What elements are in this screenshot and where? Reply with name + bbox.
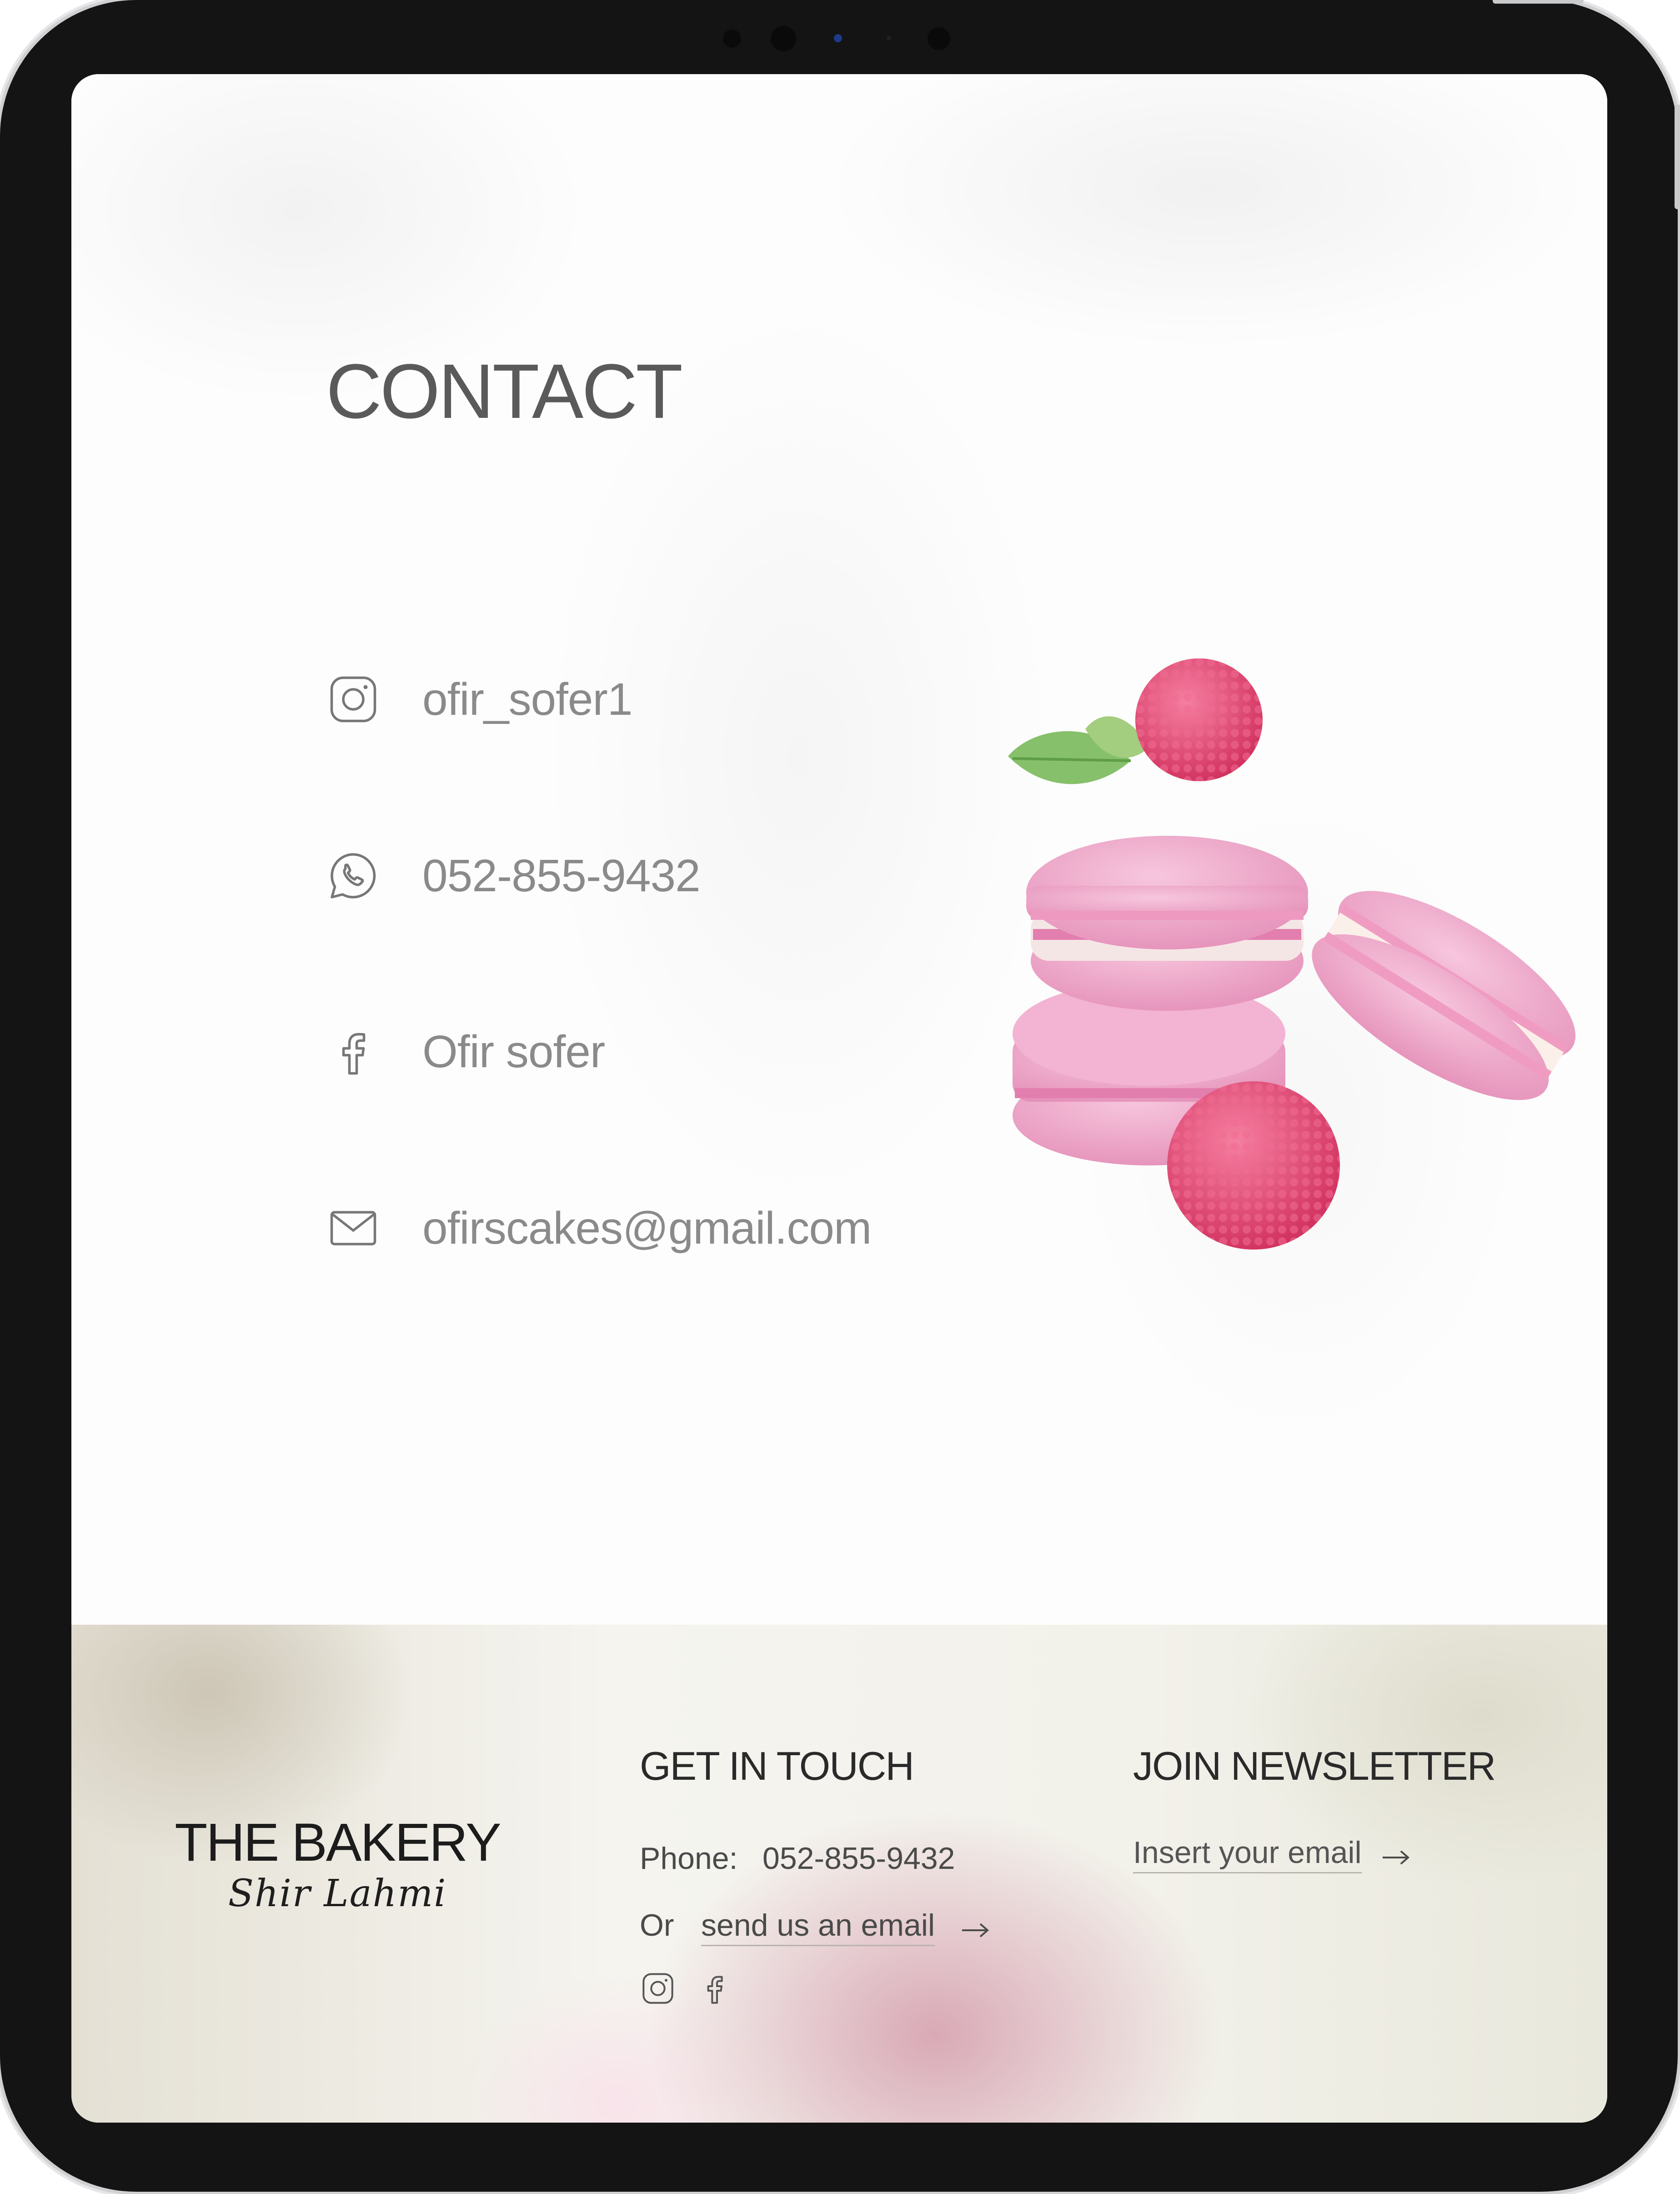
instagram-icon (330, 676, 376, 723)
footer-phone[interactable]: 052-855-9432 (762, 1841, 955, 1876)
mail-icon (330, 1211, 376, 1245)
tablet-frame: CONTACT ofir_sofer1 052-855-9432 Ofir so… (0, 0, 1680, 2192)
instagram-icon[interactable] (640, 1970, 676, 2007)
email-address[interactable]: ofirscakes@gmail.com (422, 1202, 872, 1255)
contact-facebook[interactable]: Ofir sofer (326, 1020, 605, 1084)
brand-name: THE BAKERY (175, 1812, 501, 1873)
camera-sensor-2 (928, 27, 950, 50)
camera-lens (771, 26, 796, 51)
facebook-name[interactable]: Ofir sofer (422, 1026, 605, 1078)
camera-sensor (723, 30, 741, 48)
instagram-handle[interactable]: ofir_sofer1 (422, 673, 632, 726)
brand-logo[interactable]: THE BAKERY Shir Lahmi (160, 1816, 515, 1915)
newsletter-heading: JOIN NEWSLETTER (1133, 1743, 1496, 1788)
submit-arrow-icon[interactable] (1381, 1848, 1412, 1867)
send-email-link[interactable]: send us an email (701, 1908, 935, 1946)
macarons-image (1008, 658, 1576, 1250)
volume-button (1493, 0, 1584, 4)
facebook-icon (342, 1033, 366, 1075)
contact-instagram[interactable]: ofir_sofer1 (326, 668, 632, 731)
contact-whatsapp[interactable]: 052-855-9432 (326, 844, 701, 908)
contact-email[interactable]: ofirscakes@gmail.com (326, 1196, 872, 1260)
whatsapp-number[interactable]: 052-855-9432 (422, 850, 701, 902)
screen: CONTACT ofir_sofer1 052-855-9432 Ofir so… (71, 74, 1607, 2123)
contact-section: CONTACT ofir_sofer1 052-855-9432 Ofir so… (71, 74, 1607, 1625)
brand-signature: Shir Lahmi (228, 1872, 447, 1915)
page-title: CONTACT (326, 348, 683, 435)
camera-flash (887, 36, 891, 40)
camera-light (834, 34, 842, 42)
get-in-touch-heading: GET IN TOUCH (640, 1743, 914, 1788)
phone-label: Phone: (640, 1841, 738, 1876)
arrow-right-icon[interactable] (960, 1921, 991, 1939)
or-label: Or (640, 1908, 674, 1943)
camera-bar (718, 25, 973, 51)
footer: THE BAKERY Shir Lahmi GET IN TOUCH Phone… (71, 1625, 1607, 2123)
side-button (1675, 105, 1680, 209)
whatsapp-icon (331, 853, 376, 899)
facebook-icon[interactable] (697, 1970, 733, 2007)
newsletter-email-input[interactable]: Insert your email (1133, 1835, 1362, 1873)
